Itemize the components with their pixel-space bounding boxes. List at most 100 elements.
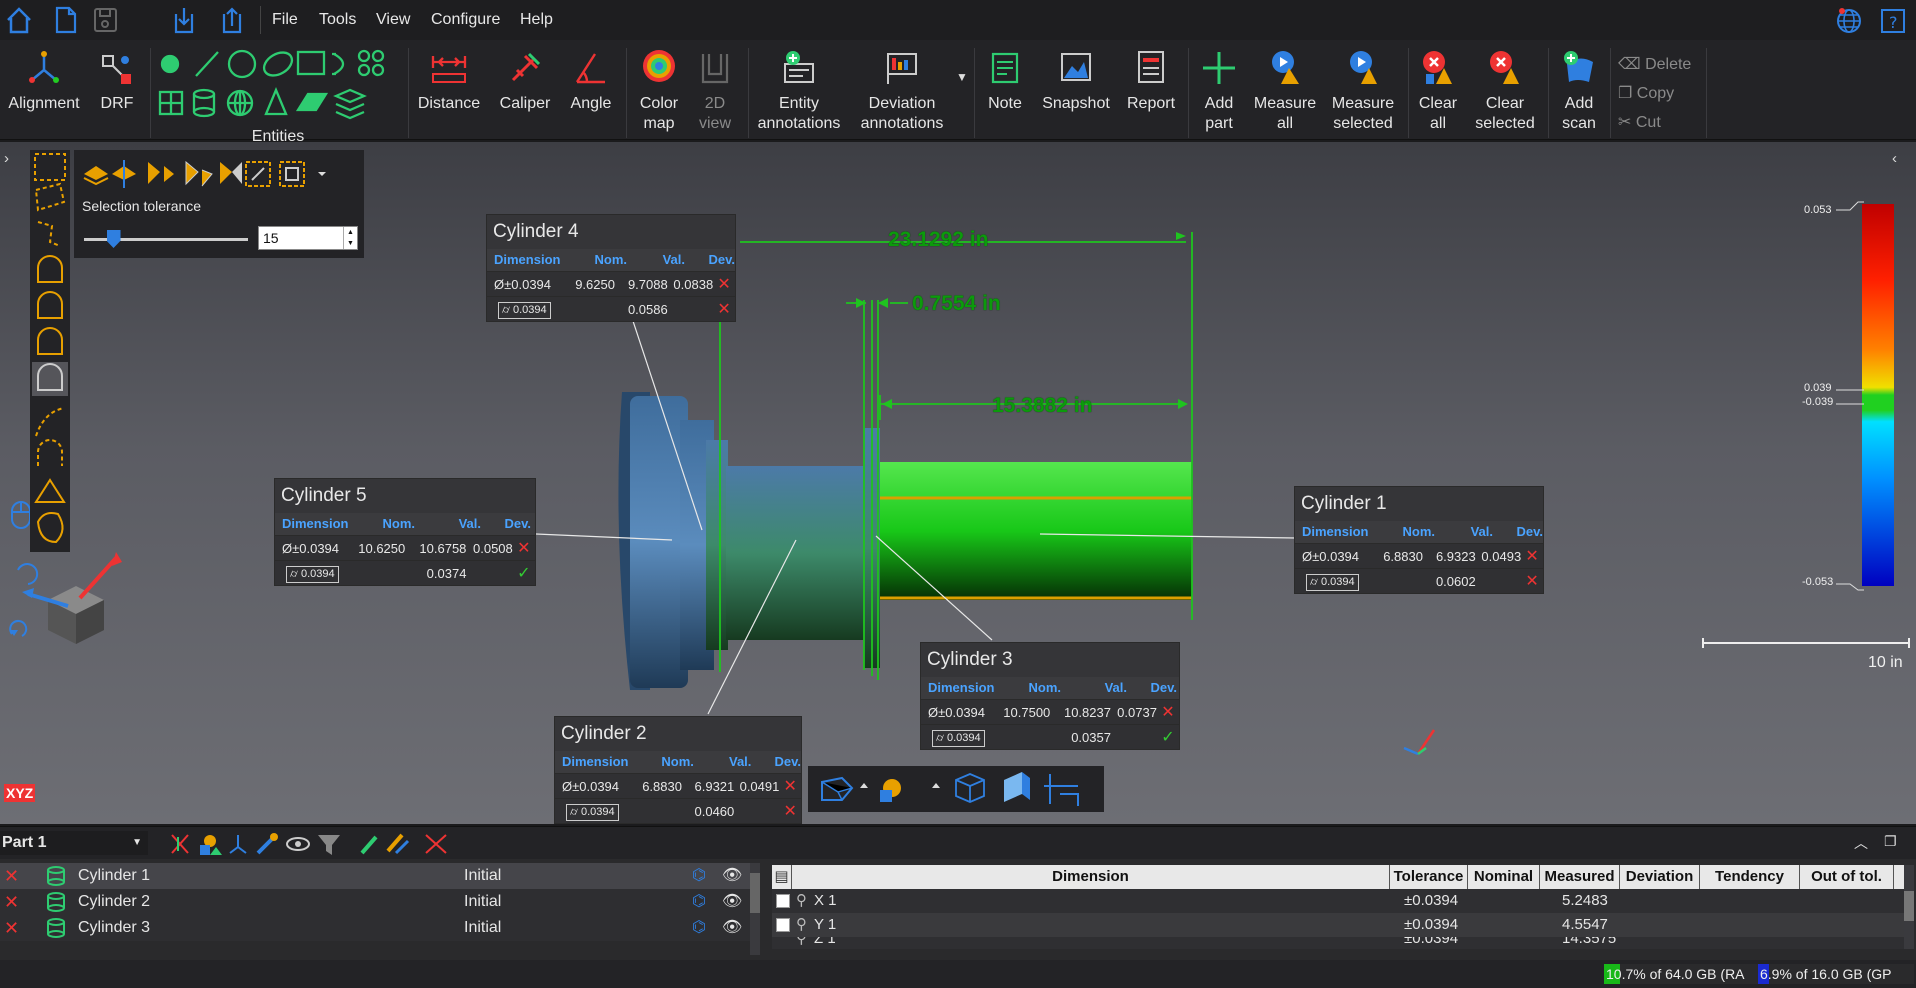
table-scrollbar[interactable] [1904, 865, 1914, 949]
selection-tolerance-input[interactable]: 15 ▲ ▼ [258, 226, 358, 250]
row-checkbox[interactable] [776, 894, 790, 908]
language-globe-icon[interactable] [1834, 4, 1864, 36]
part-list-row[interactable]: ✕ Cylinder 2 Initial ⌬ 👁 [0, 889, 760, 915]
fail-status-icon: ✕ [4, 892, 20, 912]
annotation-card-cylinder-3[interactable]: Cylinder 3 Dimension Nom. Val. Dev. Ø±0.039… [920, 642, 1180, 750]
column-tolerance[interactable]: Tolerance [1390, 865, 1468, 889]
distance-button[interactable]: Distance [414, 48, 484, 114]
undock-panel-icon[interactable]: ❐ [1884, 833, 1897, 850]
collapse-panel-icon[interactable]: ︿ [1854, 833, 1868, 853]
spin-buttons[interactable]: ▲ ▼ [343, 227, 357, 249]
card-title: Cylinder 4 [487, 215, 735, 249]
rotate-view-icon[interactable] [8, 618, 28, 640]
fail-mark-icon: ✕ [717, 276, 731, 293]
help-icon[interactable]: ? [1878, 4, 1908, 36]
annotations-dropdown-arrow[interactable]: ▼ [956, 70, 968, 84]
dimension-label-overall[interactable]: 23.1292 in [888, 228, 988, 252]
ram-usage: 10.7% of 64.0 GB (RA [1604, 964, 1758, 984]
add-part-button[interactable]: Add part [1194, 48, 1244, 134]
card-header: Dimension Nom. Val. Dev. [555, 751, 801, 773]
path-select-icon [37, 221, 61, 247]
home-icon[interactable] [4, 4, 34, 36]
part-toolbar-icons[interactable] [168, 831, 452, 857]
table-row[interactable]: ⚲ Y 1 ±0.0394 4.5547 [772, 913, 1904, 937]
fail-mark-icon: ✕ [783, 803, 797, 820]
fail-mark-icon: ✕ [717, 301, 731, 318]
column-measured[interactable]: Measured [1540, 865, 1620, 889]
measure-selected-button[interactable]: Measure selected [1326, 48, 1400, 134]
menu-configure[interactable]: Configure [431, 11, 500, 29]
ribbon-toolbar: Alignment DRF Entities Distance Caliper … [0, 40, 1916, 145]
entities-icons[interactable] [156, 48, 400, 128]
menu-view[interactable]: View [376, 11, 410, 29]
export-icon[interactable] [216, 4, 246, 36]
annotation-card-cylinder-4[interactable]: Cylinder 4 Dimension Nom. Val. Dev. Ø±0.039… [486, 214, 736, 322]
add-scan-button[interactable]: Add scan [1554, 48, 1604, 134]
row-checkbox[interactable] [776, 918, 790, 932]
table-header: ▤ Dimension Tolerance Nominal Measured D… [772, 865, 1904, 889]
alignment-button[interactable]: Alignment [6, 48, 82, 114]
clear-all-button[interactable]: Clear all [1414, 48, 1462, 134]
deviation-annotations-button[interactable]: Deviation annotations [854, 48, 950, 134]
note-icon [991, 52, 1019, 84]
dimension-label-cylinder[interactable]: 15.3882 in [992, 394, 1092, 418]
collapse-right-icon[interactable]: ‹ [1892, 150, 1897, 167]
scale-bar [1702, 638, 1910, 648]
new-file-icon[interactable] [50, 4, 80, 36]
color-map-button[interactable]: Color map [632, 48, 686, 134]
snapshot-button[interactable]: Snapshot [1040, 48, 1112, 114]
caliper-button[interactable]: Caliper [494, 48, 556, 114]
column-chooser-icon[interactable]: ▤ [772, 865, 792, 889]
annotation-card-cylinder-2[interactable]: Cylinder 2 Dimension Nom. Val. Dev. Ø±0.039… [554, 716, 802, 824]
column-out-of-tol[interactable]: Out of tol. [1800, 865, 1894, 889]
xyz-axis-badge[interactable]: XYZ [4, 784, 36, 802]
menu-tools[interactable]: Tools [319, 11, 356, 29]
caliper-icon [511, 52, 541, 82]
scan-link-icon[interactable]: ⌬ [692, 915, 706, 941]
table-row[interactable]: ⚲ Z 1 ±0.0394 14.3575 [772, 937, 1904, 949]
entity-annotations-button[interactable]: Entity annotations [754, 48, 844, 134]
pass-check-icon: ✓ [1161, 729, 1175, 746]
column-deviation[interactable]: Deviation [1620, 865, 1700, 889]
column-nominal[interactable]: Nominal [1468, 865, 1540, 889]
cylindricity-tag: ⌭ 0.0394 [932, 730, 985, 748]
save-icon [94, 8, 117, 32]
card-title: Cylinder 2 [555, 717, 801, 751]
colorbar-upper-label: 0.039 [1804, 382, 1832, 394]
drf-button[interactable]: DRF [94, 48, 140, 114]
pass-check-icon: ✓ [517, 565, 531, 582]
import-icon[interactable] [168, 4, 198, 36]
menu-file[interactable]: File [272, 11, 298, 29]
dimension-label-flange[interactable]: 0.7554 in [912, 292, 1001, 316]
dimension-type-icon: ⚲ [796, 892, 807, 909]
measure-all-button[interactable]: Measure all [1250, 48, 1320, 134]
delete-button: ⌫ Delete [1618, 56, 1692, 73]
angle-button[interactable]: Angle [564, 48, 618, 114]
menu-help[interactable]: Help [520, 11, 553, 29]
note-button[interactable]: Note [980, 48, 1030, 114]
annotation-card-cylinder-5[interactable]: Cylinder 5 Dimension Nom. Val. Dev. Ø±0.039… [274, 478, 536, 586]
report-button[interactable]: Report [1122, 48, 1180, 114]
part-list-row[interactable]: ✕ Cylinder 3 Initial ⌬ 👁 [0, 915, 760, 941]
expand-left-icon[interactable]: › [4, 150, 9, 167]
column-dimension[interactable]: Dimension [792, 865, 1390, 889]
selection-tools-bar [30, 150, 70, 552]
card-title: Cylinder 5 [275, 479, 535, 513]
selection-mode-icons[interactable] [82, 156, 352, 190]
visibility-eye-icon[interactable]: 👁 [722, 889, 742, 915]
part-list-scrollbar[interactable] [750, 863, 760, 955]
slider-thumb[interactable] [106, 230, 121, 248]
table-row[interactable]: ⚲ X 1 ±0.0394 5.2483 [772, 889, 1904, 913]
fail-mark-icon: ✕ [783, 778, 797, 795]
visibility-eye-icon[interactable]: 👁 [722, 915, 742, 941]
part-selector[interactable]: Part 1 ▼ [0, 831, 148, 855]
color-shading-icon [880, 779, 901, 802]
display-mode-icon [821, 776, 854, 801]
column-tendency[interactable]: Tendency [1700, 865, 1800, 889]
visibility-eye-icon[interactable]: 👁 [722, 863, 742, 889]
clear-selected-button[interactable]: Clear selected [1468, 48, 1542, 134]
annotation-card-cylinder-1[interactable]: Cylinder 1 Dimension Nom. Val. Dev. Ø±0.039… [1294, 486, 1544, 594]
scan-link-icon[interactable]: ⌬ [692, 889, 706, 915]
scan-link-icon[interactable]: ⌬ [692, 863, 706, 889]
part-list-row[interactable]: ✕ Cylinder 1 Initial ⌬ 👁 [0, 863, 760, 889]
